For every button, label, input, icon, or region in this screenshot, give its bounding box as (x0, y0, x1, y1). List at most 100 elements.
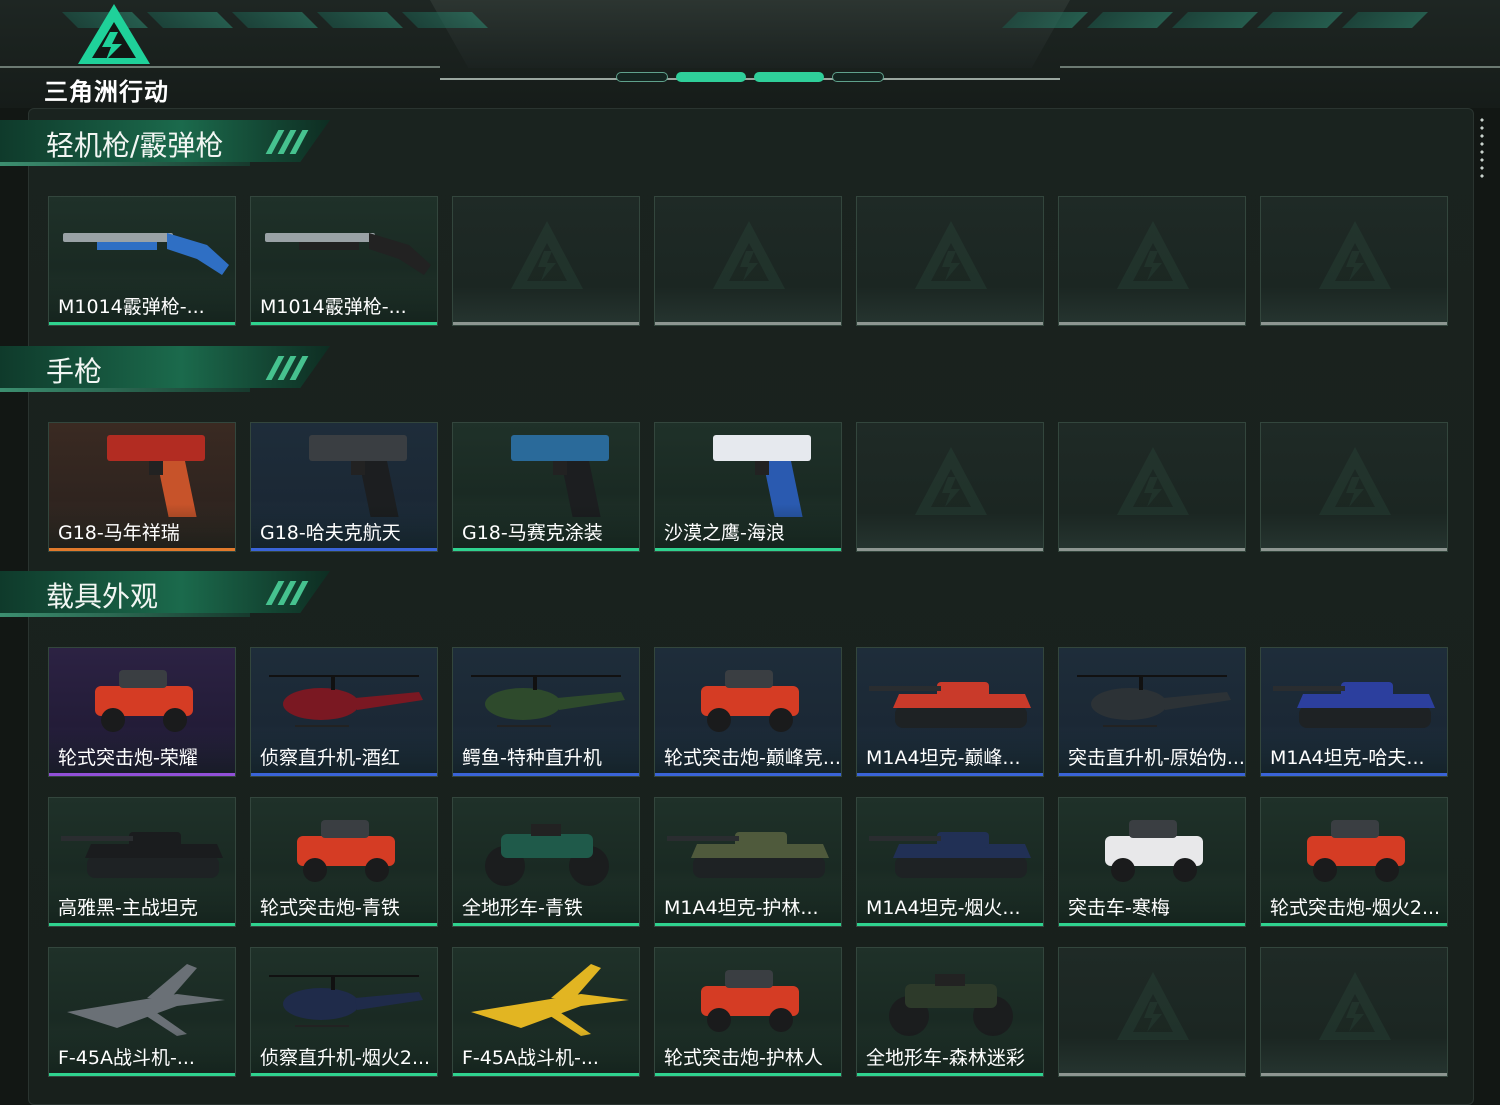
item-name: M1014霰弹枪-... (260, 296, 407, 318)
skin-item-card[interactable]: G18-马年祥瑞 (48, 422, 236, 552)
rarity-bar (655, 923, 841, 926)
section-header: 载具外观 (0, 571, 340, 623)
rarity-bar (857, 1073, 1043, 1076)
empty-item-slot (856, 422, 1044, 552)
skin-item-card[interactable]: M1014霰弹枪-... (48, 196, 236, 326)
skin-item-card[interactable]: 全地形车-青铁 (452, 797, 640, 927)
skin-item-card[interactable]: 轮式突击炮-烟火2... (1260, 797, 1448, 927)
rarity-bar (251, 923, 437, 926)
item-name: M1A4坦克-哈夫... (1270, 747, 1425, 769)
rarity-bar (251, 322, 437, 325)
item-name: F-45A战斗机-... (58, 1047, 195, 1069)
delta-watermark-icon (1319, 221, 1391, 289)
skin-item-card[interactable]: M1A4坦克-护林... (654, 797, 842, 927)
delta-watermark-icon (1117, 447, 1189, 515)
skin-item-card[interactable]: 鳄鱼-特种直升机 (452, 647, 640, 777)
item-name: 鳄鱼-特种直升机 (462, 747, 602, 769)
rarity-bar (453, 548, 639, 551)
banner-stripe (1342, 12, 1428, 28)
skin-item-card[interactable]: M1014霰弹枪-... (250, 196, 438, 326)
skin-item-card[interactable]: 侦察直升机-烟火2... (250, 947, 438, 1077)
rarity-bar (857, 773, 1043, 776)
item-name: 突击直升机-原始伪... (1068, 747, 1245, 769)
banner-indicator-active (676, 72, 746, 82)
section-title: 轻机枪/霰弹枪 (46, 129, 224, 162)
item-name: G18-哈夫克航天 (260, 522, 401, 544)
empty-item-slot (1260, 422, 1448, 552)
rarity-bar (49, 322, 235, 325)
item-name: 轮式突击炮-荣耀 (58, 747, 198, 769)
rarity-bar (655, 773, 841, 776)
rarity-bar (1261, 548, 1447, 551)
item-name: 全地形车-森林迷彩 (866, 1047, 1025, 1069)
rarity-bar (857, 923, 1043, 926)
rarity-bar (453, 322, 639, 325)
skin-item-card[interactable]: M1A4坦克-哈夫... (1260, 647, 1448, 777)
banner-stripe (1172, 12, 1258, 28)
empty-item-slot (1058, 947, 1246, 1077)
banner-line-center (440, 78, 1060, 80)
skin-item-card[interactable]: F-45A战斗机-... (48, 947, 236, 1077)
skin-item-card[interactable]: M1A4坦克-巅峰... (856, 647, 1044, 777)
skin-item-card[interactable]: F-45A战斗机-... (452, 947, 640, 1077)
rarity-bar (857, 548, 1043, 551)
banner-stripe (1087, 12, 1173, 28)
rarity-bar (49, 923, 235, 926)
empty-item-slot (1058, 196, 1246, 326)
skin-item-card[interactable]: M1A4坦克-烟火... (856, 797, 1044, 927)
delta-watermark-icon (713, 221, 785, 289)
section-header: 轻机枪/霰弹枪 (0, 120, 340, 172)
rarity-bar (453, 1073, 639, 1076)
banner-stripe (402, 12, 488, 28)
skin-item-card[interactable]: 全地形车-森林迷彩 (856, 947, 1044, 1077)
item-name: 轮式突击炮-烟火2... (1270, 897, 1441, 919)
empty-item-slot (452, 196, 640, 326)
item-name: 轮式突击炮-巅峰竞... (664, 747, 841, 769)
banner-indicator-active (754, 72, 824, 82)
skin-item-card[interactable]: 轮式突击炮-青铁 (250, 797, 438, 927)
banner-stripe (232, 12, 318, 28)
item-name: 轮式突击炮-护林人 (664, 1047, 823, 1069)
item-name: 沙漠之鹰-海浪 (664, 522, 785, 544)
section-title: 载具外观 (46, 580, 159, 613)
rarity-bar (251, 773, 437, 776)
rarity-bar (1261, 923, 1447, 926)
scrollbar[interactable] (1480, 116, 1484, 180)
skin-item-card[interactable]: 侦察直升机-酒红 (250, 647, 438, 777)
rarity-bar (655, 322, 841, 325)
banner-stripe (1002, 12, 1088, 28)
rarity-bar (1059, 773, 1245, 776)
skin-item-card[interactable]: 轮式突击炮-巅峰竞... (654, 647, 842, 777)
game-logo: 三角洲行动 (44, 2, 184, 106)
delta-watermark-icon (1319, 972, 1391, 1040)
banner-stripe (317, 12, 403, 28)
banner-stripe (1257, 12, 1343, 28)
skin-item-card[interactable]: 突击车-寒梅 (1058, 797, 1246, 927)
section-title: 手枪 (46, 355, 103, 388)
delta-watermark-icon (1117, 221, 1189, 289)
game-title: 三角洲行动 (44, 78, 169, 106)
skin-item-card[interactable]: G18-马赛克涂装 (452, 422, 640, 552)
item-name: M1A4坦克-烟火... (866, 897, 1021, 919)
section-header-underline (0, 388, 250, 392)
item-name: M1A4坦克-巅峰... (866, 747, 1021, 769)
banner-line-right (1060, 66, 1500, 68)
skin-item-card[interactable]: 轮式突击炮-护林人 (654, 947, 842, 1077)
skin-item-card[interactable]: 高雅黑-主战坦克 (48, 797, 236, 927)
rarity-bar (1059, 322, 1245, 325)
section-header: 手枪 (0, 346, 340, 398)
banner-center-plate (430, 0, 1070, 68)
rarity-bar (1059, 923, 1245, 926)
item-name: 侦察直升机-烟火2... (260, 1047, 431, 1069)
skin-item-card[interactable]: 沙漠之鹰-海浪 (654, 422, 842, 552)
item-name: G18-马赛克涂装 (462, 522, 603, 544)
delta-watermark-icon (511, 221, 583, 289)
skin-item-card[interactable]: 突击直升机-原始伪... (1058, 647, 1246, 777)
rarity-bar (1261, 322, 1447, 325)
skin-item-card[interactable]: G18-哈夫克航天 (250, 422, 438, 552)
skin-item-card[interactable]: 轮式突击炮-荣耀 (48, 647, 236, 777)
rarity-bar (655, 1073, 841, 1076)
banner-indicator (616, 72, 668, 82)
rarity-bar (49, 773, 235, 776)
empty-item-slot (1260, 196, 1448, 326)
